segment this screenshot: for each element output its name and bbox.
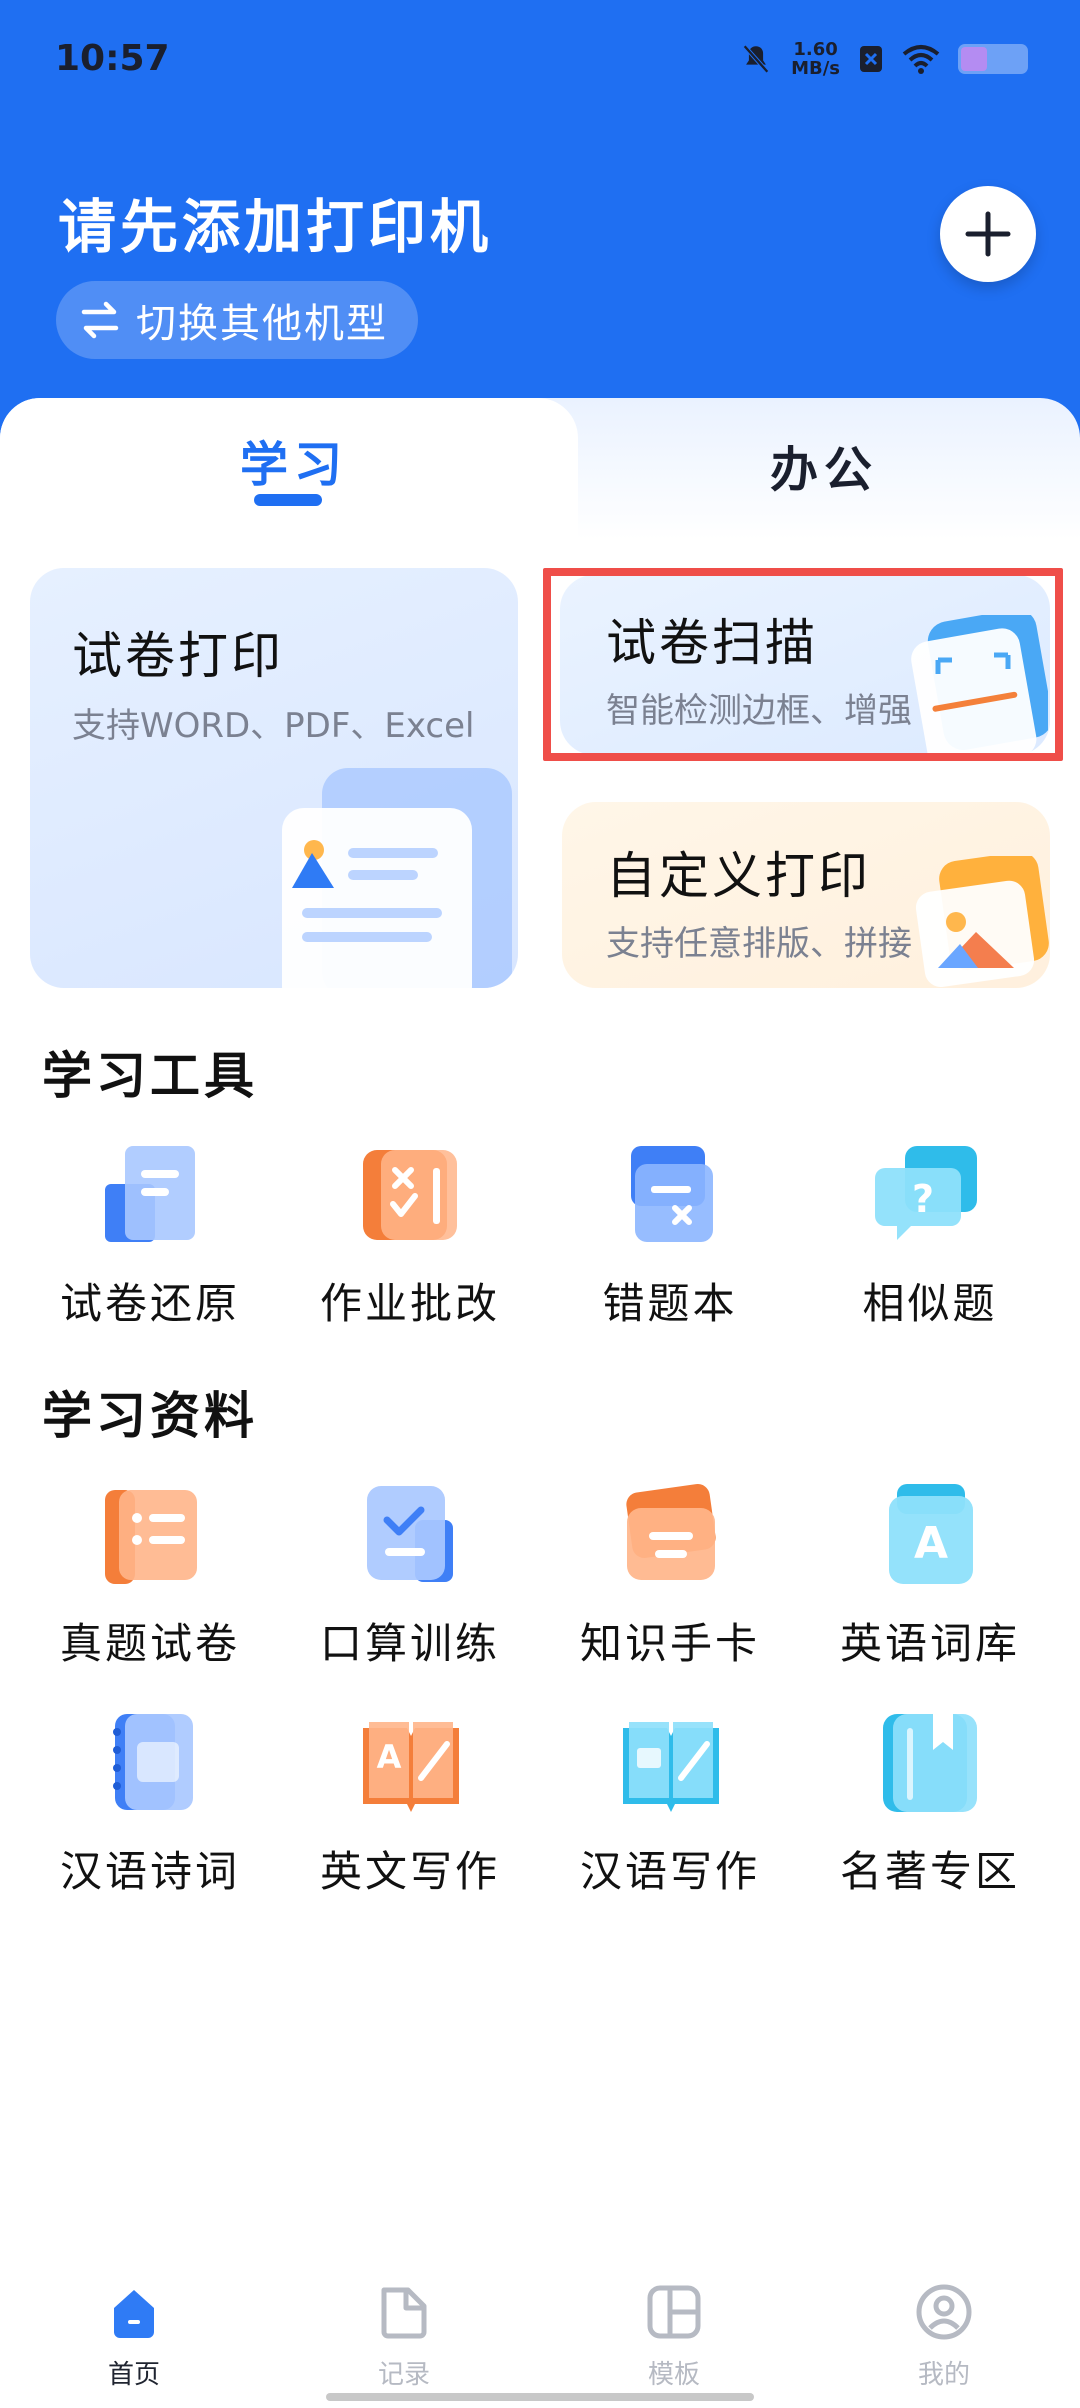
grid-item-label: 相似题 [862, 1279, 998, 1328]
swap-arrows-icon [81, 301, 119, 339]
grid-item-english-writing[interactable]: A 英文写作 [280, 1708, 540, 1899]
nav-record-label: 记录 [377, 2360, 430, 2390]
status-time: 10:57 [55, 38, 170, 79]
svg-text:A: A [914, 1518, 948, 1569]
nav-profile-label: 我的 [917, 2360, 970, 2390]
study-materials-title: 学习资料 [42, 1387, 258, 1445]
custom-print-card[interactable]: 自定义打印 支持任意排版、拼接 [562, 802, 1050, 988]
switch-model-button[interactable]: 切换其他机型 [56, 281, 418, 359]
grid-item-label: 汉语诗词 [59, 1847, 240, 1896]
chinese-writing-icon [623, 1722, 719, 1812]
grid-item-label: 试卷还原 [59, 1279, 240, 1328]
grid-item-label: 英语词库 [839, 1619, 1020, 1668]
document-illustration-icon [282, 768, 512, 988]
grid-item-knowledge-card[interactable]: 知识手卡 [540, 1480, 800, 1671]
grid-item-label: 英文写作 [319, 1847, 500, 1896]
grid-item-label: 作业批改 [319, 1279, 500, 1328]
similar-question-icon: ? [875, 1146, 977, 1240]
exam-print-subtitle: 支持WORD、PDF、Excel [72, 706, 475, 746]
nav-template-label: 模板 [647, 2360, 700, 2390]
nav-home[interactable]: 首页 [34, 2270, 234, 2391]
grid-item-real-exam[interactable]: 真题试卷 [20, 1480, 280, 1671]
template-icon [647, 2285, 701, 2339]
grid-item-label: 知识手卡 [579, 1619, 760, 1668]
record-icon [381, 2287, 427, 2339]
nav-template[interactable]: 模板 [574, 2270, 774, 2391]
printer-title: 请先添加打印机 [58, 193, 493, 261]
custom-print-title: 自定义打印 [606, 847, 871, 905]
grid-item-chinese-poetry[interactable]: 汉语诗词 [20, 1708, 280, 1899]
net-speed: 1.60 MB/s [791, 39, 840, 79]
plus-icon [965, 211, 1011, 257]
nav-home-label: 首页 [107, 2360, 160, 2390]
switch-model-label: 切换其他机型 [136, 301, 388, 347]
wifi-icon [902, 45, 940, 74]
battery-icon [958, 44, 1028, 74]
status-icons: 1.60 MB/s [739, 40, 1028, 78]
status-bar: 10:57 1.60 MB/s [0, 0, 1080, 120]
grid-item-label: 名著专区 [839, 1847, 1020, 1896]
grid-item-similar-question[interactable]: ? 相似题 [800, 1140, 1060, 1331]
knowledge-card-icon [626, 1484, 716, 1580]
nav-profile[interactable]: 我的 [844, 2270, 1044, 2391]
exam-restore-icon [105, 1146, 195, 1242]
tab-study-label[interactable]: 学习 [240, 425, 348, 495]
highlight-box [543, 568, 1063, 761]
grid-item-label: 口算训练 [319, 1619, 500, 1668]
profile-icon [916, 2284, 972, 2340]
nav-record[interactable]: 记录 [304, 2270, 504, 2391]
classics-icon [883, 1714, 977, 1812]
home-icon [114, 2290, 154, 2338]
image-illustration-icon [915, 856, 1049, 987]
grid-item-homework-correct[interactable]: 作业批改 [280, 1140, 540, 1331]
grid-item-oral-calc[interactable]: 口算训练 [280, 1480, 540, 1671]
home-indicator[interactable] [326, 2393, 754, 2401]
exam-print-card[interactable]: 试卷打印 支持WORD、PDF、Excel [30, 568, 518, 988]
grid-item-exam-restore[interactable]: 试卷还原 [20, 1140, 280, 1331]
homework-correct-icon [363, 1150, 457, 1240]
english-writing-icon: A [363, 1722, 459, 1812]
oral-calc-icon [367, 1486, 453, 1582]
grid-item-label: 错题本 [602, 1279, 738, 1328]
grid-item-chinese-writing[interactable]: 汉语写作 [540, 1708, 800, 1899]
study-tools-title: 学习工具 [42, 1047, 258, 1105]
grid-item-label: 汉语写作 [579, 1847, 760, 1896]
tab-active-indicator [254, 494, 322, 506]
mute-icon [743, 44, 769, 74]
wrong-question-book-icon [631, 1146, 713, 1242]
add-printer-button[interactable] [940, 186, 1036, 282]
svg-text:?: ? [912, 1177, 934, 1221]
grid-item-english-vocab[interactable]: A 英语词库 [800, 1480, 1060, 1671]
chinese-poetry-icon [113, 1714, 193, 1810]
sim-off-icon [860, 46, 882, 72]
english-vocab-icon: A [889, 1484, 973, 1584]
real-exam-icon [105, 1490, 197, 1584]
exam-print-title: 试卷打印 [72, 627, 284, 685]
grid-item-classics[interactable]: 名著专区 [800, 1708, 1060, 1899]
grid-item-wrong-book[interactable]: 错题本 [540, 1140, 800, 1331]
grid-item-label: 真题试卷 [59, 1619, 240, 1668]
tab-office[interactable]: 办公 [770, 430, 878, 500]
custom-print-subtitle: 支持任意排版、拼接 [606, 924, 912, 964]
bottom-navigation: 首页 记录 模板 我的 [0, 2270, 1080, 2408]
svg-text:A: A [377, 1738, 402, 1776]
